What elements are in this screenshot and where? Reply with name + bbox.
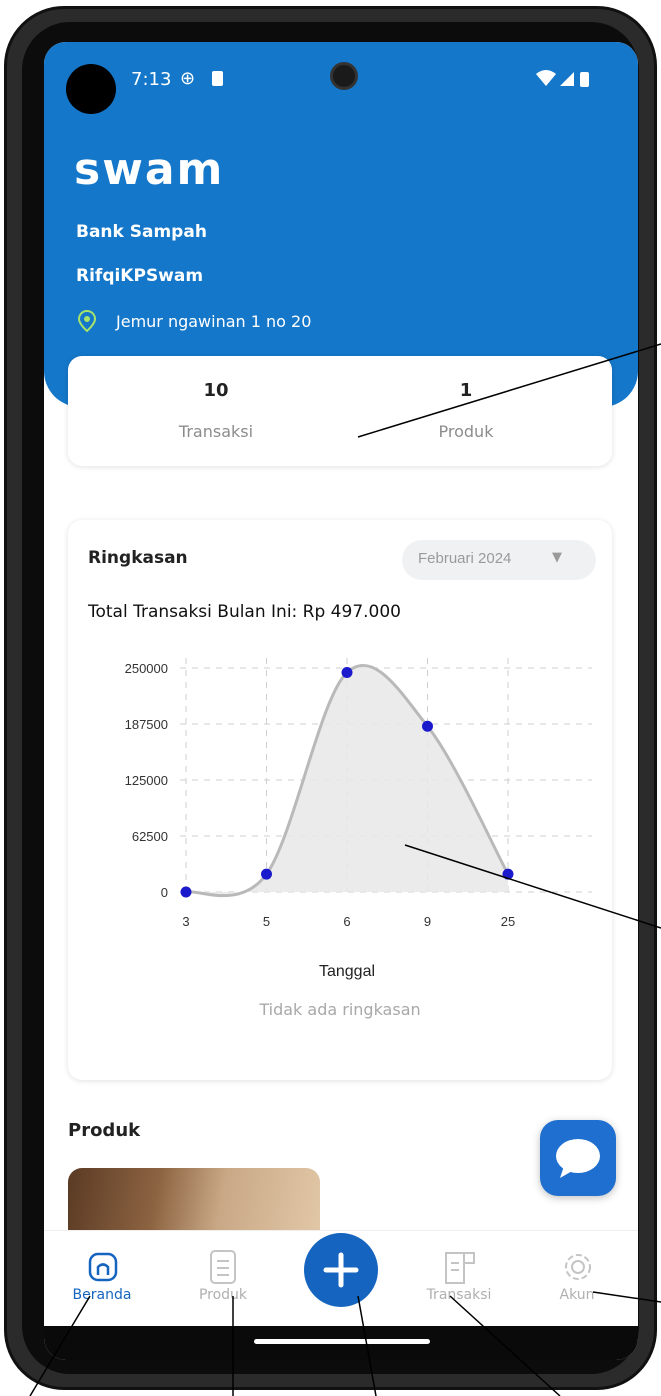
stats-card: 10 Transaksi 1 Produk: [68, 356, 612, 466]
address-text: Jemur ngawinan 1 no 20: [116, 312, 312, 331]
x-tick-label: 5: [263, 914, 270, 929]
x-tick-label: 25: [501, 914, 515, 929]
status-icons: [534, 68, 604, 94]
camera-cutout: [66, 64, 116, 114]
summary-card: Ringkasan Februari 2024 ▼ Total Transaks…: [68, 520, 612, 1080]
nav-label-beranda: Beranda: [72, 1287, 132, 1303]
app-logo: swam: [74, 144, 225, 195]
data-point: [180, 886, 192, 898]
org-name: RifqiKPSwam: [76, 266, 204, 286]
org-type: Bank Sampah: [76, 222, 207, 242]
front-camera: [330, 62, 358, 90]
nav-label-akun: Akun: [559, 1287, 595, 1303]
products-section-title: Produk: [68, 1120, 141, 1141]
chat-bubble-icon: [556, 1139, 600, 1178]
nav-beranda[interactable]: Beranda: [47, 1231, 157, 1327]
transaction-chart: 250000 187500 125000 62500 03 5 6 9 25 Tanggal: [125, 658, 592, 980]
y-tick-label: 125000: [125, 773, 168, 788]
month-dropdown[interactable]: Februari 2024 ▼: [402, 540, 596, 580]
home-gesture-handle[interactable]: [254, 1339, 430, 1344]
y-tick-label: 187500: [125, 717, 168, 732]
chevron-down-icon: ▼: [552, 550, 562, 565]
phone-screen: 7:13 ⊕ swam Bank Sampah RifqiKPSwam Jemu…: [44, 42, 638, 1360]
location-pin-icon: [77, 309, 97, 336]
transaksi-count: 10: [203, 380, 229, 401]
nav-label-produk: Produk: [198, 1287, 248, 1303]
x-tick-label: 6: [343, 914, 350, 929]
x-axis-label: Tanggal: [319, 963, 375, 980]
summary-title: Ringkasan: [88, 548, 188, 568]
home-icon: [88, 1252, 118, 1282]
nav-label-transaksi: Transaksi: [426, 1287, 492, 1303]
x-tick-label: 3: [182, 914, 189, 929]
data-point: [261, 868, 272, 880]
wifi-signal-battery-icon: [536, 70, 589, 87]
data-point: [422, 720, 433, 732]
y-tick-label: 250000: [125, 661, 168, 676]
transaksi-label: Transaksi: [178, 422, 254, 441]
data-point: [502, 868, 514, 880]
produk-label: Produk: [438, 422, 494, 441]
x-tick-label: 9: [424, 914, 431, 929]
nav-akun[interactable]: Akun: [522, 1231, 632, 1327]
add-button[interactable]: [304, 1233, 378, 1307]
nav-produk[interactable]: Produk: [168, 1231, 278, 1327]
total-transaction-text: Total Transaksi Bulan Ini: Rp 497.000: [88, 602, 401, 622]
bottom-navigation: Beranda Produk Transaksi Akun: [44, 1230, 638, 1327]
y-tick-label: 0: [161, 885, 168, 900]
produk-count: 1: [459, 380, 473, 401]
month-dropdown-value: Februari 2024: [418, 550, 512, 567]
plus-icon: [323, 1252, 359, 1288]
chat-button[interactable]: [540, 1120, 616, 1196]
sim-card-icon: [212, 71, 223, 86]
gear-icon: [565, 1254, 591, 1280]
document-icon: [210, 1250, 236, 1284]
empty-summary-text: Tidak ada ringkasan: [259, 1000, 421, 1019]
system-navigation-bar: [44, 1326, 638, 1360]
y-tick-label: 62500: [132, 829, 168, 844]
nav-transaksi[interactable]: Transaksi: [404, 1231, 514, 1327]
status-time: 7:13: [131, 69, 172, 90]
receipt-icon: [445, 1252, 475, 1284]
globe-icon: ⊕: [180, 68, 196, 89]
data-point: [341, 666, 353, 678]
